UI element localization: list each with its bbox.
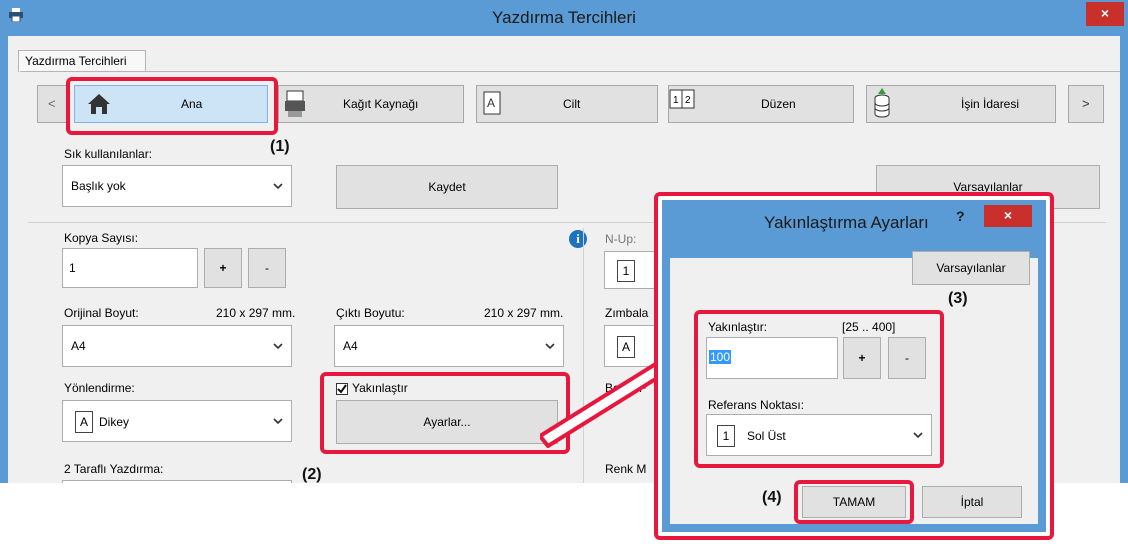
copies-input[interactable]: 1 bbox=[62, 248, 198, 288]
nav-next-label: > bbox=[1082, 96, 1090, 111]
portrait-icon: A bbox=[75, 411, 93, 433]
output-size-dims: 210 x 297 mm. bbox=[484, 306, 564, 320]
callout-3: (3) bbox=[948, 290, 968, 307]
nav-prev-button[interactable]: < bbox=[37, 85, 67, 123]
callout-highlight-1 bbox=[66, 77, 278, 135]
chevron-down-icon bbox=[545, 343, 555, 350]
dialog-defaults-button[interactable]: Varsayılanlar bbox=[912, 251, 1030, 285]
original-size-label: Orijinal Boyut: bbox=[64, 306, 139, 320]
original-size-select[interactable]: A4 bbox=[62, 325, 292, 367]
dialog-title: Yakınlaştırma Ayarları bbox=[764, 213, 929, 232]
staple-page-icon: A bbox=[617, 336, 635, 358]
nup-label: N-Up: bbox=[605, 232, 637, 246]
orientation-value: Dikey bbox=[99, 415, 130, 429]
help-icon[interactable]: ? bbox=[956, 208, 965, 224]
tab-print-preferences[interactable]: Yazdırma Tercihleri bbox=[18, 50, 146, 72]
output-size-value: A4 bbox=[343, 339, 358, 353]
copies-label: Kopya Sayısı: bbox=[64, 231, 139, 245]
duplex-label: 2 Taraflı Yazdırma: bbox=[64, 462, 164, 476]
chevron-down-icon bbox=[913, 432, 923, 439]
favorites-select[interactable]: Başlık yok bbox=[62, 165, 292, 207]
output-size-label: Çıktı Boyutu: bbox=[336, 306, 405, 320]
zoom-input[interactable]: 100 bbox=[706, 337, 838, 379]
copies-plus-button[interactable]: + bbox=[204, 248, 242, 288]
tab-duzen-label: Düzen bbox=[761, 97, 796, 111]
zoom-label: Yakınlaştır: bbox=[708, 320, 768, 334]
zoom-plus-button[interactable]: + bbox=[843, 337, 881, 379]
orientation-select[interactable]: A Dikey bbox=[62, 400, 292, 442]
callout-highlight-2 bbox=[320, 372, 570, 454]
callout-4: (4) bbox=[762, 489, 782, 506]
chevron-down-icon bbox=[273, 418, 283, 425]
window-title: Yazdırma Tercihleri bbox=[492, 8, 636, 27]
original-size-dims: 210 x 297 mm. bbox=[216, 306, 296, 320]
tab-kagit-kaynagi-label: Kağıt Kaynağı bbox=[343, 97, 419, 111]
staple-label: Zımbala bbox=[605, 306, 649, 320]
zoom-value: 100 bbox=[709, 350, 732, 364]
tab-kagit-kaynagi[interactable]: Kağıt Kaynağı bbox=[278, 85, 464, 123]
save-button[interactable]: Kaydet bbox=[336, 165, 558, 209]
tab-cilt-label: Cilt bbox=[563, 97, 581, 111]
favorites-value: Başlık yok bbox=[71, 179, 126, 193]
reference-point-value: Sol Üst bbox=[747, 429, 786, 443]
cancel-button[interactable]: İptal bbox=[922, 486, 1022, 518]
color-mode-label: Renk M bbox=[605, 462, 647, 476]
copies-value: 1 bbox=[69, 261, 76, 275]
dialog-close-button[interactable]: × bbox=[984, 205, 1032, 227]
callout-1: (1) bbox=[270, 138, 290, 155]
nav-next-button[interactable]: > bbox=[1068, 85, 1104, 123]
chevron-down-icon bbox=[273, 343, 283, 350]
zoom-range: [25 .. 400] bbox=[842, 320, 896, 334]
paper-tray-icon bbox=[285, 90, 305, 118]
copies-minus-button[interactable]: - bbox=[248, 248, 286, 288]
ok-button[interactable]: TAMAM bbox=[802, 486, 906, 518]
tab-duzen[interactable]: 12 Düzen bbox=[668, 85, 854, 123]
svg-text:2: 2 bbox=[685, 95, 691, 106]
svg-text:1: 1 bbox=[673, 95, 679, 106]
tab-isin-idaresi[interactable]: İşin İdaresi bbox=[866, 85, 1056, 123]
callout-2: (2) bbox=[302, 466, 322, 483]
favorites-label: Sık kullanılanlar: bbox=[64, 147, 153, 161]
original-size-value: A4 bbox=[71, 339, 86, 353]
tab-cilt[interactable]: A Cilt bbox=[476, 85, 658, 123]
output-size-select[interactable]: A4 bbox=[334, 325, 564, 367]
reference-point-select[interactable]: 1 Sol Üst bbox=[706, 414, 932, 456]
job-handling-icon bbox=[873, 88, 891, 118]
info-icon: i bbox=[569, 230, 587, 248]
binding-icon: A bbox=[483, 91, 501, 115]
nav-prev-label: < bbox=[48, 96, 56, 111]
reference-point-label: Referans Noktası: bbox=[708, 398, 805, 412]
zoom-minus-button[interactable]: - bbox=[888, 337, 926, 379]
orientation-label: Yönlendirme: bbox=[64, 381, 135, 395]
layout-icon: 12 bbox=[669, 89, 695, 109]
reference-page-icon: 1 bbox=[717, 425, 735, 447]
svg-text:A: A bbox=[487, 96, 495, 110]
close-button[interactable]: × bbox=[1086, 2, 1124, 26]
nup-page-icon: 1 bbox=[617, 260, 635, 282]
chevron-down-icon bbox=[273, 183, 283, 190]
duplex-select[interactable] bbox=[62, 480, 292, 483]
tab-isin-idaresi-label: İşin İdaresi bbox=[961, 97, 1020, 111]
